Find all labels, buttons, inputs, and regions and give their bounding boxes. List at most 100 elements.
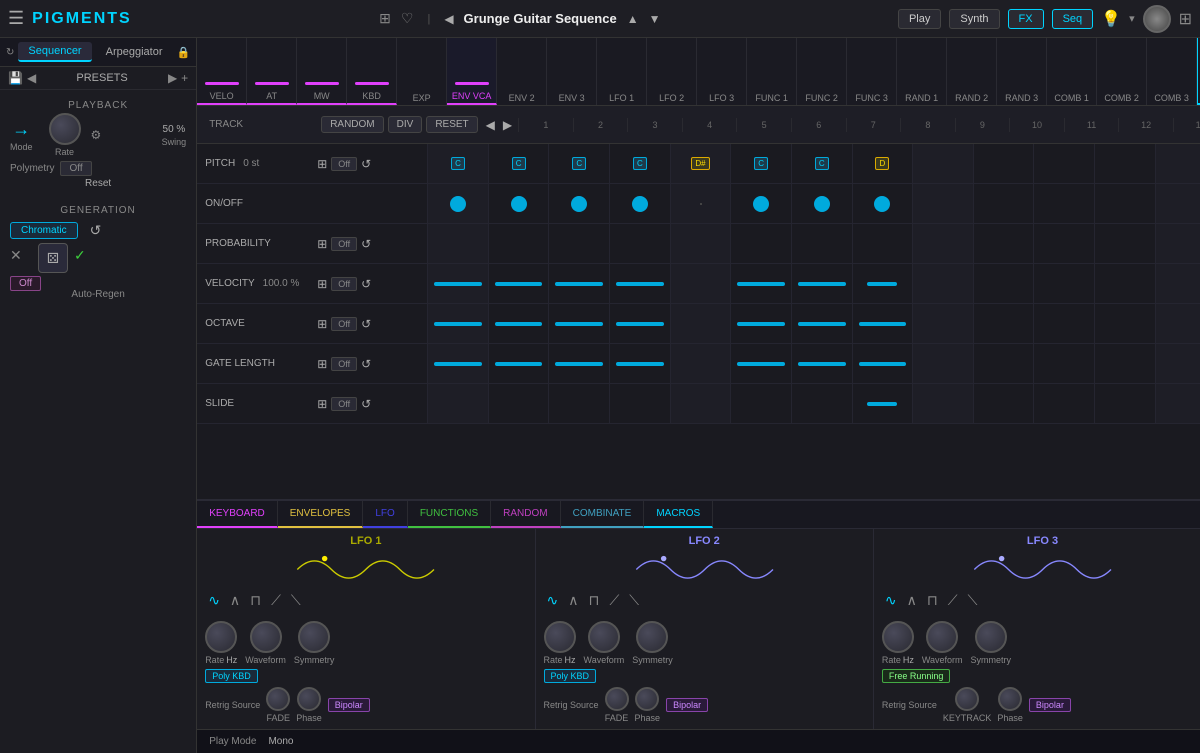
onoff-step-6[interactable]	[730, 184, 791, 223]
lock-icon[interactable]: 🔒	[176, 46, 190, 59]
mod-func1[interactable]: FUNC 1	[747, 38, 797, 105]
vel-step-2[interactable]	[488, 264, 549, 303]
nav-prev[interactable]: ◀	[444, 12, 453, 26]
oct-step-10[interactable]	[973, 304, 1034, 343]
gate-step-12[interactable]	[1094, 344, 1155, 383]
tab-macros[interactable]: MACROS	[644, 501, 713, 528]
onoff-step-1[interactable]	[427, 184, 488, 223]
pitch-step-1[interactable]: C	[427, 144, 488, 183]
lfo3-wave-saw[interactable]: ⟋	[945, 590, 961, 611]
lfo3-wave-ramp[interactable]: ⟍	[965, 590, 981, 611]
oct-step-7[interactable]	[791, 304, 852, 343]
slide-step-3[interactable]	[548, 384, 609, 423]
vel-step-8[interactable]	[852, 264, 913, 303]
preset-add[interactable]: +	[181, 71, 188, 85]
mod-lfo3[interactable]: LFO 3	[697, 38, 747, 105]
mod-rand1[interactable]: RAND 1	[897, 38, 947, 105]
gate-step-3[interactable]	[548, 344, 609, 383]
library-icon[interactable]: ⊞	[379, 10, 391, 27]
lfo2-wave-sine[interactable]: ∿	[544, 590, 562, 611]
slide-rand-icon[interactable]: ⊞	[317, 397, 327, 411]
vel-step-12[interactable]	[1094, 264, 1155, 303]
gate-step-11[interactable]	[1033, 344, 1094, 383]
nav-next-up[interactable]: ▲	[627, 12, 639, 26]
vel-step-9[interactable]	[912, 264, 973, 303]
mod-mw[interactable]: MW	[297, 38, 347, 105]
gate-step-7[interactable]	[791, 344, 852, 383]
step-5[interactable]: 5	[736, 118, 791, 132]
prob-step-7[interactable]	[791, 224, 852, 263]
oct-step-1[interactable]	[427, 304, 488, 343]
oct-step-2[interactable]	[488, 304, 549, 343]
onoff-step-10[interactable]	[973, 184, 1034, 223]
lfo3-wave-tri[interactable]: ∧	[904, 590, 920, 611]
slide-step-5[interactable]	[670, 384, 731, 423]
oct-step-9[interactable]	[912, 304, 973, 343]
lfo3-wave-square[interactable]: ⊓	[924, 590, 941, 611]
wave-ramp[interactable]: ⟍	[288, 590, 304, 611]
pitch-step-4[interactable]: C	[609, 144, 670, 183]
mod-lfo1[interactable]: LFO 1	[597, 38, 647, 105]
step-9[interactable]: 9	[955, 118, 1010, 132]
random-button[interactable]: RANDOM	[321, 116, 383, 133]
prob-step-4[interactable]	[609, 224, 670, 263]
vel-step-7[interactable]	[791, 264, 852, 303]
vel-step-1[interactable]	[427, 264, 488, 303]
slide-step-6[interactable]	[730, 384, 791, 423]
pitch-step-3[interactable]: C	[548, 144, 609, 183]
step-4[interactable]: 4	[682, 118, 737, 132]
lfo2-bipolar-btn[interactable]: Bipolar	[666, 698, 708, 712]
lfo2-retrig-btn[interactable]: Poly KBD	[544, 669, 597, 683]
step-7[interactable]: 7	[846, 118, 901, 132]
lfo1-bipolar-btn[interactable]: Bipolar	[328, 698, 370, 712]
slide-step-1[interactable]	[427, 384, 488, 423]
step-13[interactable]: 13	[1173, 118, 1200, 132]
lfo1-symmetry-knob[interactable]	[298, 621, 330, 653]
vel-off[interactable]: Off	[331, 277, 357, 291]
pitch-off[interactable]: Off	[331, 157, 357, 171]
pitch-link-icon[interactable]: ↺	[361, 157, 371, 171]
pitch-step-6[interactable]: C	[730, 144, 791, 183]
prob-step-3[interactable]	[548, 224, 609, 263]
lfo1-fade-knob[interactable]	[266, 687, 290, 711]
mod-rand3[interactable]: RAND 3	[997, 38, 1047, 105]
step-6[interactable]: 6	[791, 118, 846, 132]
gate-step-9[interactable]	[912, 344, 973, 383]
lfo1-waveform-knob[interactable]	[250, 621, 282, 653]
prob-step-1[interactable]	[427, 224, 488, 263]
synth-button[interactable]: Synth	[949, 9, 999, 29]
settings-arrow[interactable]: ▾	[1129, 12, 1135, 25]
pitch-step-5[interactable]: D#	[670, 144, 731, 183]
pitch-step-13[interactable]	[1155, 144, 1200, 183]
mod-rand2[interactable]: RAND 2	[947, 38, 997, 105]
save-icon[interactable]: 💾	[8, 71, 23, 85]
prob-link-icon[interactable]: ↺	[361, 237, 371, 251]
prob-step-11[interactable]	[1033, 224, 1094, 263]
pitch-step-8[interactable]: D	[852, 144, 913, 183]
lfo2-wave-ramp[interactable]: ⟍	[626, 590, 642, 611]
gate-step-1[interactable]	[427, 344, 488, 383]
lfo2-waveform-knob[interactable]	[588, 621, 620, 653]
tab-keyboard[interactable]: KEYBOARD	[197, 501, 278, 528]
prob-rand-icon[interactable]: ⊞	[317, 237, 327, 251]
slide-step-4[interactable]	[609, 384, 670, 423]
slide-step-13[interactable]	[1155, 384, 1200, 423]
wave-tri[interactable]: ∧	[227, 590, 243, 611]
onoff-step-9[interactable]	[912, 184, 973, 223]
prob-step-2[interactable]	[488, 224, 549, 263]
gate-link-icon[interactable]: ↺	[361, 357, 371, 371]
onoff-step-11[interactable]	[1033, 184, 1094, 223]
prob-step-5[interactable]	[670, 224, 731, 263]
slide-step-2[interactable]	[488, 384, 549, 423]
oct-step-12[interactable]	[1094, 304, 1155, 343]
vel-link-icon[interactable]: ↺	[361, 277, 371, 291]
lfo1-retrig-btn[interactable]: Poly KBD	[205, 669, 258, 683]
gate-rand-icon[interactable]: ⊞	[317, 357, 327, 371]
gate-step-6[interactable]	[730, 344, 791, 383]
vel-step-4[interactable]	[609, 264, 670, 303]
lfo2-symmetry-knob[interactable]	[636, 621, 668, 653]
step-1[interactable]: 1	[518, 118, 573, 132]
chromatic-button[interactable]: Chromatic	[10, 222, 78, 239]
reset-button[interactable]: Reset	[10, 178, 186, 189]
onoff-step-5[interactable]	[670, 184, 731, 223]
